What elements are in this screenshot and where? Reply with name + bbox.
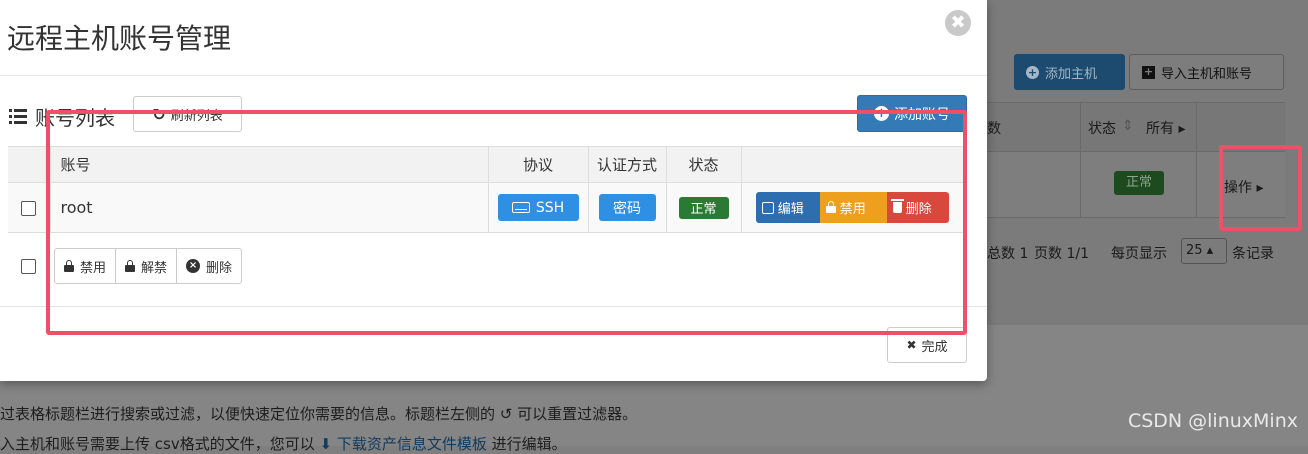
bg-divider [1080, 102, 1081, 218]
bulk-delete-button[interactable]: × 删除 [177, 249, 241, 283]
bg-status-header[interactable]: 状态 [1088, 118, 1116, 138]
modal-title: 远程主机账号管理 [7, 22, 232, 55]
per-page-select[interactable]: 25 ▴ [1181, 238, 1227, 264]
column-header-actions [741, 146, 963, 183]
lock-icon [825, 201, 836, 213]
bulk-actions-row: 禁用 解禁 × 删除 [21, 248, 243, 284]
table-row: root SSH 密码 正常 编辑 禁用 删除 [8, 182, 963, 233]
edit-button[interactable]: 编辑 [755, 192, 820, 223]
watermark: CSDN @linuxMinx [1127, 410, 1298, 432]
pagination-suffix: 条记录 [1232, 246, 1274, 262]
bulk-unlock-button[interactable]: 解禁 [116, 249, 178, 283]
modal-footer: ✖ 完成 [0, 306, 987, 381]
list-icon [9, 109, 27, 124]
column-header-account[interactable]: 账号 [50, 146, 489, 183]
bg-status-badge: 正常 [1114, 171, 1164, 195]
modal-header: 远程主机账号管理 ✖ [0, 0, 987, 76]
bg-action-label: 操作 ▸ [1224, 180, 1264, 196]
help-text-line-2: 入主机和账号需要上传 csv格式的文件，您可以 ⬇ 下载资产信息文件模板 进行编… [0, 435, 567, 453]
close-icon: ✖ [906, 338, 917, 352]
auth-badge: 密码 [598, 194, 656, 221]
keyboard-icon [511, 202, 530, 213]
refresh-list-label: 刷新列表 [170, 108, 223, 124]
lock-icon [64, 259, 74, 272]
account-toolbar: 账号列表 ↻ 刷新列表 + 添加账号 [9, 95, 967, 132]
delete-button[interactable]: 删除 [886, 192, 949, 223]
row-select-cell [8, 182, 51, 233]
reset-filter-icon: ↺ [499, 405, 518, 423]
refresh-list-button[interactable]: ↻ 刷新列表 [133, 96, 242, 132]
done-button[interactable]: ✖ 完成 [887, 327, 967, 363]
row-action-group: 编辑 禁用 删除 [755, 192, 949, 223]
bg-header-partial: 数 [987, 121, 1001, 137]
unlock-icon [125, 259, 136, 272]
column-header-auth[interactable]: 认证方式 [588, 146, 667, 183]
account-list-title: 账号列表 [9, 102, 115, 131]
account-table: 账号 协议 认证方式 状态 root SSH 密码 正常 编辑 禁用 删除 [8, 146, 963, 233]
add-account-button[interactable]: + 添加账号 [857, 95, 967, 132]
disable-button[interactable]: 禁用 [819, 192, 887, 223]
add-host-label: 添加主机 [1045, 66, 1098, 82]
table-header-row: 账号 协议 认证方式 状态 [8, 146, 963, 183]
plus-circle-icon: + [1026, 65, 1039, 79]
row-checkbox[interactable] [21, 200, 37, 216]
status-badge: 正常 [678, 196, 729, 219]
add-account-label: 添加账号 [894, 106, 950, 123]
bg-table-header [987, 102, 1285, 152]
select-all-checkbox[interactable] [21, 258, 36, 274]
auth-cell: 密码 [588, 182, 667, 233]
plus-circle-icon: + [874, 106, 889, 121]
download-template-link[interactable]: ⬇ 下载资产信息文件模板 [320, 435, 487, 453]
column-header-status[interactable]: 状态 [666, 146, 742, 183]
protocol-badge: SSH [497, 194, 579, 221]
select-column-header [8, 146, 51, 183]
done-label: 完成 [921, 339, 948, 355]
import-hosts-label: 导入主机和账号 [1161, 66, 1253, 82]
add-host-button[interactable]: + 添加主机 [1014, 54, 1125, 90]
account-management-modal: 远程主机账号管理 ✖ 账号列表 ↻ 刷新列表 + 添加账号 账号 协议 认证方式… [0, 0, 987, 381]
pagination-total: 总数 1 [987, 246, 1029, 262]
status-cell: 正常 [666, 182, 742, 233]
edit-icon [761, 201, 774, 214]
pagination-pages: 页数 1/1 [1034, 246, 1089, 262]
plus-square-icon: + [1142, 64, 1155, 79]
column-header-protocol[interactable]: 协议 [488, 146, 589, 183]
bg-divider [1196, 102, 1197, 218]
bulk-action-group: 禁用 解禁 × 删除 [54, 248, 243, 284]
actions-cell: 编辑 禁用 删除 [741, 182, 963, 233]
account-name: root [50, 182, 489, 233]
sort-icon[interactable]: ⇕ [1122, 118, 1134, 134]
remove-circle-icon: × [186, 259, 201, 273]
close-icon[interactable]: ✖ [945, 10, 971, 36]
bulk-disable-button[interactable]: 禁用 [55, 249, 117, 283]
pagination-per-page-label: 每页显示 [1111, 246, 1167, 262]
protocol-cell: SSH [488, 182, 589, 233]
trash-icon [890, 199, 904, 213]
import-hosts-button[interactable]: + 导入主机和账号 [1129, 54, 1284, 90]
status-filter-dropdown[interactable]: 所有 ▸ [1146, 118, 1185, 138]
refresh-icon: ↻ [152, 104, 166, 124]
help-text-line-1: 过表格标题栏进行搜索或过滤，以便快速定位你需要的信息。标题栏左侧的 ↺ 可以重置… [0, 405, 638, 423]
